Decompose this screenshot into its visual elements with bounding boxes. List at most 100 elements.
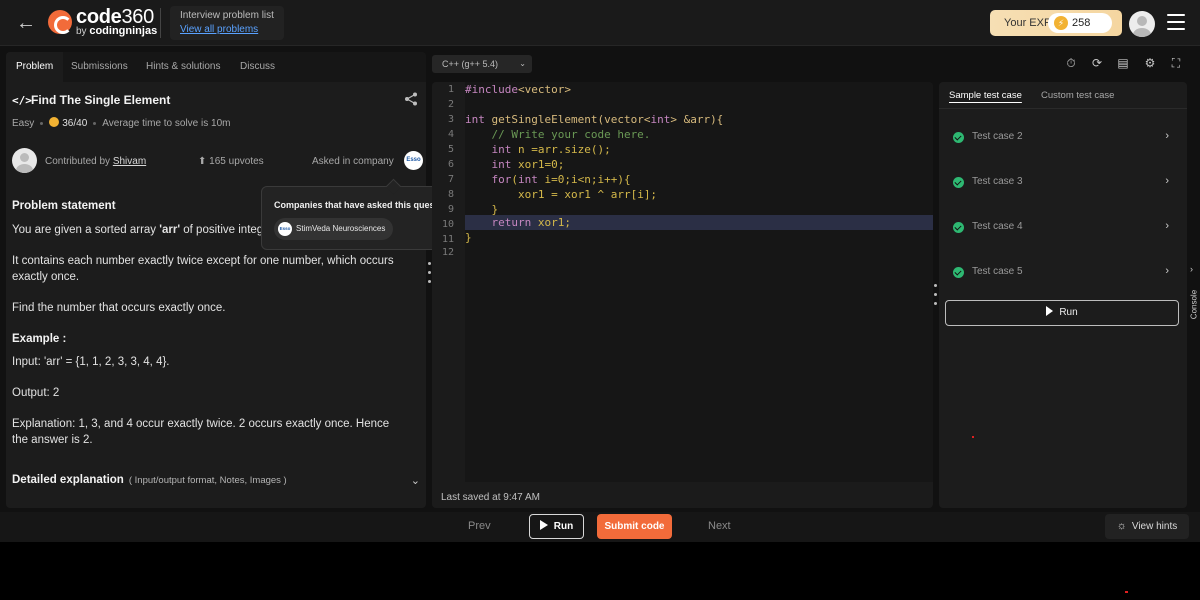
hamburger-menu-icon[interactable] [1167,14,1185,30]
popover-title: Companies that have asked this question [274,200,452,210]
detailed-explanation-toggle[interactable]: Detailed explanation ( Input/output forma… [12,474,420,487]
tab-sample-test-case[interactable]: Sample test case [949,90,1022,101]
tab-submissions[interactable]: Submissions [61,52,138,82]
layout-icon[interactable]: ▤ [1116,56,1130,70]
right-resize-handle[interactable] [934,284,938,310]
logo-subtitle: by codingninjas [76,25,158,37]
back-arrow-icon[interactable]: ← [14,11,38,35]
code360-logo-icon [48,10,72,34]
bottom-bar: Prev Run Submit code Next ☼ View hints [0,512,1200,542]
timer-icon[interactable]: ⏱ [1064,56,1078,70]
code-line: xor1 = xor1 ^ arr[i]; [517,188,658,201]
asked-in-company: Asked in company [312,156,394,167]
check-circle-icon [953,132,964,143]
score-label: 36/40 [62,118,88,129]
chevron-down-icon: ⌄ [519,59,526,68]
example-output: Output: 2 [12,387,60,399]
chevron-down-icon: ⌄ [410,475,420,487]
example-heading: Example : [12,333,67,345]
problem-list-title: Interview problem list [180,10,274,21]
check-circle-icon [953,222,964,233]
submit-code-button[interactable]: Submit code [597,514,672,539]
detail-subtitle: ( Input/output format, Notes, Images ) [128,475,287,486]
exp-badge[interactable]: Your EXP ⚡ 258 [990,10,1122,36]
problem-panel: Problem Submissions Hints & solutions Di… [6,52,426,508]
code-line: int xor1=0; [491,158,565,171]
company-chip[interactable]: Esso StimVeda Neurosciences [274,218,394,240]
example-explanation: Explanation: 1, 3, and 4 occur exactly t… [12,418,390,446]
test-case-item[interactable]: Test case 5 › [953,265,1179,283]
test-case-item[interactable]: Test case 4 › [953,220,1179,238]
chevron-right-icon: › [1165,130,1169,142]
test-case-item[interactable]: Test case 2 › [953,130,1179,148]
console-label: Console [1189,289,1199,320]
example-input: Input: 'arr' = {1, 1, 2, 3, 3, 4, 4}. [12,356,170,368]
test-cases-panel: Sample test case Custom test case Test c… [939,82,1187,508]
code-line: } [465,231,472,244]
tab-discuss[interactable]: Discuss [230,52,285,82]
check-circle-icon [953,267,964,278]
app-root: ← code360 by codingninjas Interview prob… [0,0,1200,542]
problem-list-box: Interview problem list View all problems [170,6,284,40]
prev-button[interactable]: Prev [468,520,491,532]
code-text-area[interactable]: #include<vector> int getSingleElement(ve… [465,82,933,482]
editor-toolbar: ⏱ ⟳ ▤ ⚙ ⛶ [1064,56,1184,72]
chevron-right-icon: › [1165,220,1169,232]
play-icon [539,520,548,530]
contributed-by: Contributed by Shivam [45,156,147,167]
code-line: int n =arr.size(); [491,143,611,156]
contributor-avatar [12,148,37,173]
console-toggle[interactable]: › Console [1188,262,1200,332]
share-icon[interactable] [404,92,418,106]
view-hints-button[interactable]: ☼ View hints [1105,514,1189,539]
run-tests-button[interactable]: Run [945,300,1179,326]
reset-icon[interactable]: ⟳ [1090,56,1104,70]
problem-title-row: </> Find The Single Element [12,92,420,110]
header-divider [160,8,161,38]
exp-value: 258 [1072,17,1091,29]
tabs-divider [939,108,1187,109]
cursor-marker [972,436,974,438]
line-number-gutter: 1 2 3 4 5 6 7 8 9 10 11 12 [432,82,465,508]
problem-tabs: Problem Submissions Hints & solutions Di… [6,52,426,82]
exp-pill: ⚡ 258 [1048,13,1112,33]
company-chip-label: StimVeda Neurosciences [296,224,386,233]
code-line: return xor1; [491,216,572,229]
check-circle-icon [953,177,964,188]
code-line: int getSingleElement(vector<int> &arr){ [465,113,724,126]
chevron-right-icon: › [1165,265,1169,277]
next-button[interactable]: Next [708,520,731,532]
coin-icon [49,117,60,127]
detail-title: Detailed explanation [12,474,124,486]
tab-hints-solutions[interactable]: Hints & solutions [136,52,230,82]
code-line: // Write your code here. [465,128,651,141]
language-select[interactable]: C++ (g++ 5.4) ⌄ [432,55,532,73]
difficulty-label: Easy [12,118,35,129]
chevron-right-icon: › [1190,264,1193,274]
last-saved-label: Last saved at 9:47 AM [441,492,540,503]
tab-custom-test-case[interactable]: Custom test case [1041,90,1114,101]
company-chip-logo: Esso [278,222,292,236]
lightning-coin-icon: ⚡ [1054,16,1068,30]
settings-gear-icon[interactable]: ⚙ [1143,56,1157,70]
tab-problem[interactable]: Problem [6,52,64,82]
contributor-row: Contributed by Shivam ⬆ 165 upvotes Aske… [12,148,423,174]
red-marker [1125,591,1128,593]
statement-para2: It contains each number exactly twice ex… [12,255,394,283]
upvote-button[interactable]: ⬆ 165 upvotes [198,156,264,167]
statement-para3: Find the number that occurs exactly once… [12,302,226,314]
problem-meta: Easy 36/40 Average time to solve is 10m [12,117,230,129]
lightbulb-icon: ☼ [1116,520,1127,532]
fullscreen-icon[interactable]: ⛶ [1169,56,1183,70]
view-all-problems-link[interactable]: View all problems [180,24,274,35]
test-case-item[interactable]: Test case 3 › [953,175,1179,193]
author-link[interactable]: Shivam [113,156,146,167]
user-avatar[interactable] [1129,11,1155,37]
code-line: for(int i=0;i<n;i++){ [491,173,631,186]
upvote-arrow-icon: ⬆ [198,156,207,167]
code-editor[interactable]: 1 2 3 4 5 6 7 8 9 10 11 12 #include<vect… [432,82,933,508]
run-button[interactable]: Run [529,514,584,539]
play-icon [1046,306,1054,316]
company-logo[interactable]: Esso [404,151,423,170]
chevron-right-icon: › [1165,175,1169,187]
